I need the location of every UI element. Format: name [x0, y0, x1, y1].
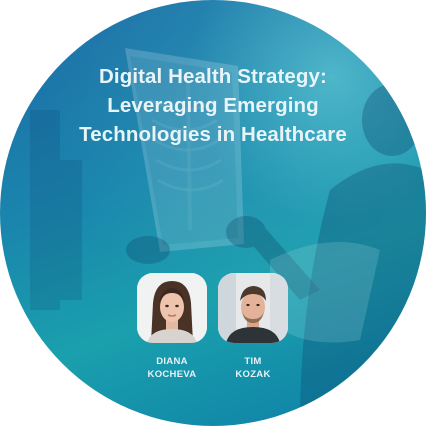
title-line-1: Digital Health Strategy: — [99, 65, 327, 88]
webinar-title: Digital Health Strategy: Leveraging Emer… — [40, 62, 386, 149]
speaker-diana: DIANA KOCHEVA — [137, 273, 207, 381]
woman-portrait-icon — [137, 273, 207, 343]
man-portrait-icon — [218, 273, 288, 343]
speaker-avatar — [218, 273, 288, 343]
speaker-tim: TIM KOZAK — [218, 273, 288, 381]
webinar-badge: Digital Health Strategy: Leveraging Emer… — [0, 0, 426, 426]
speaker-avatar — [137, 273, 207, 343]
speaker-first-name: DIANA — [156, 356, 188, 367]
speaker-last-name: KOZAK — [235, 368, 271, 380]
speaker-name: DIANA KOCHEVA — [137, 356, 207, 381]
speaker-last-name: KOCHEVA — [147, 368, 197, 380]
title-line-3: Technologies in Healthcare — [79, 123, 347, 146]
title-line-2: Leveraging Emerging — [107, 94, 319, 117]
speaker-name: TIM KOZAK — [218, 356, 288, 381]
speaker-first-name: TIM — [244, 356, 262, 367]
